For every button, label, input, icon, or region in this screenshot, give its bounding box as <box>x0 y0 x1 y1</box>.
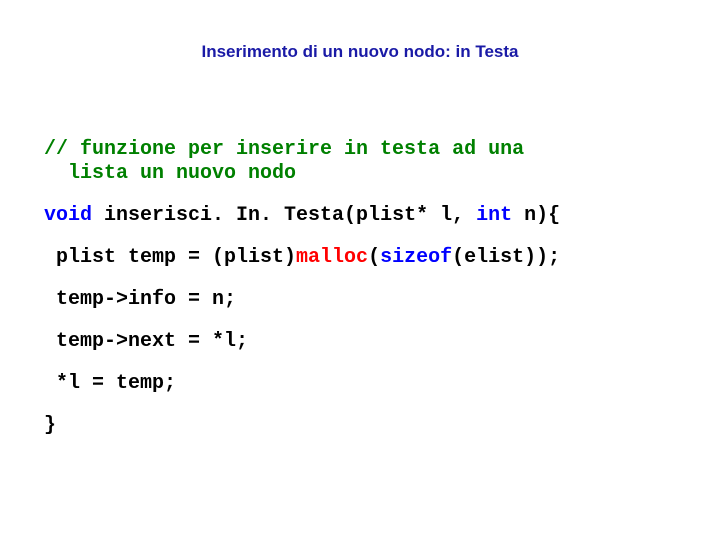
comment-line-1: // funzione per inserire in testa ad una <box>44 138 524 161</box>
sig-end: n){ <box>512 204 560 227</box>
code-comment: // funzione per inserire in testa ad una… <box>44 138 676 186</box>
code-block: // funzione per inserire in testa ad una… <box>44 90 676 504</box>
fn-malloc: malloc <box>296 246 368 269</box>
code-line-close: } <box>44 414 676 438</box>
temp-c: (elist)); <box>452 246 560 269</box>
sig-rest: inserisci. In. Testa(plist* l, <box>92 204 476 227</box>
code-line-temp: plist temp = (plist)malloc(sizeof(elist)… <box>44 246 676 270</box>
keyword-sizeof: sizeof <box>380 246 452 269</box>
keyword-void: void <box>44 204 92 227</box>
code-line-info: temp->info = n; <box>44 288 676 312</box>
temp-a: plist temp = (plist) <box>44 246 296 269</box>
keyword-int: int <box>476 204 512 227</box>
comment-line-2: lista un nuovo nodo <box>44 162 296 185</box>
slide: Inserimento di un nuovo nodo: in Testa /… <box>0 0 720 540</box>
code-line-assign: *l = temp; <box>44 372 676 396</box>
code-line-next: temp->next = *l; <box>44 330 676 354</box>
slide-title: Inserimento di un nuovo nodo: in Testa <box>44 42 676 62</box>
code-signature: void inserisci. In. Testa(plist* l, int … <box>44 204 676 228</box>
temp-b: ( <box>368 246 380 269</box>
